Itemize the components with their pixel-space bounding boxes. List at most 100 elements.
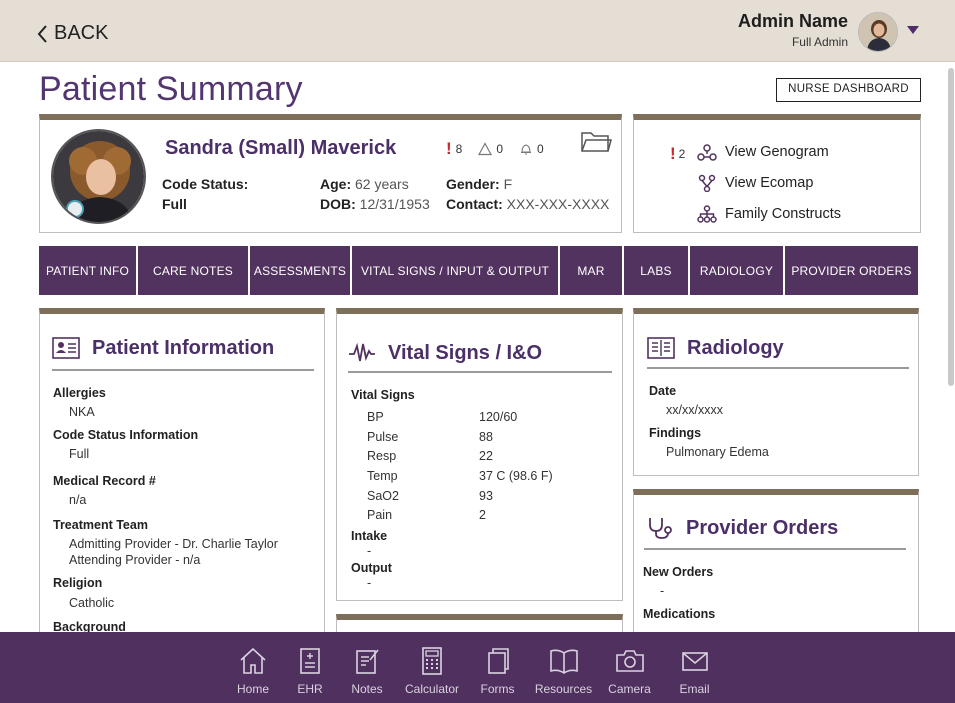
scrollbar[interactable] — [948, 68, 954, 386]
stethoscope-icon — [649, 518, 672, 539]
intake-label: Intake — [351, 529, 388, 543]
nav-camera[interactable]: Camera — [601, 632, 659, 703]
section-divider — [348, 371, 612, 373]
tab-vital-signs[interactable]: VITAL SIGNS / INPUT & OUTPUT — [352, 246, 558, 295]
nav-email[interactable]: Email — [659, 632, 731, 703]
nav-resources[interactable]: Resources — [527, 632, 601, 703]
vital-value-pulse: 88 — [479, 430, 493, 444]
allergies-label: Allergies — [53, 386, 106, 400]
vital-value-bp: 120/60 — [479, 410, 518, 424]
nav-ehr[interactable]: EHR — [282, 632, 339, 703]
patient-dob: DOB: 12/31/1953 — [320, 196, 430, 212]
folder-icon[interactable] — [580, 128, 612, 154]
patient-name: Sandra (Small) Maverick — [165, 137, 397, 159]
intake-value: - — [367, 544, 372, 558]
code-status-label: Code Status: — [162, 176, 249, 192]
nurse-dashboard-button[interactable]: NURSE DASHBOARD — [776, 78, 921, 102]
tab-assessments[interactable]: ASSESSMENTS — [250, 246, 350, 295]
exclamation-icon: ! — [446, 139, 452, 158]
attending-provider: Attending Provider - n/a — [69, 553, 201, 567]
genogram-icon — [697, 144, 717, 161]
avatar[interactable] — [858, 12, 898, 52]
radiology-date-label: Date — [649, 384, 677, 398]
new-orders-value: - — [660, 584, 665, 598]
religion-label: Religion — [53, 576, 103, 590]
back-label: BACK — [54, 22, 109, 44]
ecomap-icon — [698, 174, 716, 192]
bell-icon — [521, 144, 532, 155]
page-title: Patient Summary — [39, 70, 303, 108]
vital-value-resp: 22 — [479, 449, 493, 463]
patient-alert-counts: ! 8 0 0 — [446, 139, 544, 158]
chevron-left-icon — [37, 24, 47, 43]
nav-home[interactable]: Home — [225, 632, 282, 703]
nav-notes[interactable]: Notes — [339, 632, 396, 703]
patient-tabs: PATIENT INFO CARE NOTES ASSESSMENTS VITA… — [39, 246, 918, 295]
patient-gender: Gender: F — [446, 176, 513, 192]
vital-name-pain: Pain — [367, 508, 393, 522]
vital-name-resp: Resp — [367, 449, 397, 463]
warning-alerts[interactable]: 0 — [478, 142, 503, 156]
top-bar: BACK Admin Name Full Admin — [0, 0, 955, 62]
treatment-team-label: Treatment Team — [53, 518, 148, 532]
vital-value-sao2: 93 — [479, 489, 493, 503]
tab-provider-orders[interactable]: PROVIDER ORDERS — [785, 246, 918, 295]
tab-patient-info[interactable]: PATIENT INFO — [39, 246, 136, 295]
calculator-icon — [422, 647, 442, 675]
id-card-icon — [52, 337, 80, 359]
code-status-value: Full — [162, 196, 187, 212]
allergies-value: NKA — [69, 405, 95, 419]
patient-age: Age: 62 years — [320, 176, 409, 192]
chevron-down-icon[interactable] — [907, 26, 919, 34]
patient-photo — [51, 129, 146, 224]
vital-name-bp: BP — [367, 410, 384, 424]
nav-calculator[interactable]: Calculator — [396, 632, 469, 703]
warning-triangle-icon — [478, 142, 493, 156]
patient-information-card: Patient Information Allergies NKA Code S… — [39, 308, 325, 638]
provider-orders-card: Provider Orders New Orders - Medications — [633, 489, 919, 639]
exclamation-icon: ! — [670, 144, 676, 163]
radiology-findings-label: Findings — [649, 426, 702, 440]
patient-header-card: Sandra (Small) Maverick ! 8 0 0 Code Sta… — [39, 114, 622, 233]
admitting-provider: Admitting Provider - Dr. Charlie Taylor — [69, 537, 278, 551]
camera-icon — [615, 650, 644, 672]
section-divider — [52, 369, 314, 371]
tab-radiology[interactable]: RADIOLOGY — [690, 246, 783, 295]
provider-orders-title: Provider Orders — [646, 516, 838, 540]
patient-contact: Contact: XXX-XXX-XXXX — [446, 196, 610, 212]
vital-signs-title: Vital Signs / I&O — [348, 341, 542, 365]
book-icon — [647, 337, 675, 359]
view-ecomap-link[interactable]: View Ecomap — [697, 174, 813, 192]
critical-alerts[interactable]: ! 8 — [446, 139, 463, 158]
tab-mar[interactable]: MAR — [560, 246, 622, 295]
family-constructs-label: Family Constructs — [725, 206, 842, 222]
vital-name-temp: Temp — [367, 469, 398, 483]
tab-care-notes[interactable]: CARE NOTES — [138, 246, 248, 295]
output-label: Output — [351, 561, 392, 575]
vital-name-sao2: SaO2 — [367, 489, 399, 503]
family-alerts[interactable]: ! 2 — [670, 144, 686, 163]
vital-value-pain: 2 — [479, 508, 486, 522]
admin-role: Full Admin — [791, 35, 848, 49]
back-button[interactable]: BACK — [37, 22, 108, 45]
bottom-navigation: Home EHR Notes Calculator Forms Resource… — [0, 632, 955, 703]
family-constructs-link[interactable]: Family Constructs — [697, 205, 841, 223]
radiology-card: Radiology Date xx/xx/xxxx Findings Pulmo… — [633, 308, 919, 476]
mrn-label: Medical Record # — [53, 474, 156, 488]
critical-alert-count: 8 — [455, 142, 463, 156]
mrn-value: n/a — [69, 493, 87, 507]
nav-forms[interactable]: Forms — [469, 632, 527, 703]
ehr-icon — [300, 648, 320, 674]
forms-icon — [487, 648, 509, 674]
notification-alerts[interactable]: 0 — [519, 142, 544, 156]
tab-labs[interactable]: LABS — [624, 246, 688, 295]
notification-alert-count: 0 — [537, 142, 544, 156]
home-icon — [240, 647, 266, 674]
radiology-title: Radiology — [647, 336, 784, 360]
view-genogram-link[interactable]: View Genogram — [697, 143, 829, 161]
family-alert-count: 2 — [678, 147, 686, 161]
radiology-date-value: xx/xx/xxxx — [666, 403, 723, 417]
notes-icon — [356, 649, 379, 674]
vital-signs-card: Vital Signs / I&O Vital Signs BP 120/60 … — [336, 308, 623, 601]
section-divider — [647, 367, 909, 369]
